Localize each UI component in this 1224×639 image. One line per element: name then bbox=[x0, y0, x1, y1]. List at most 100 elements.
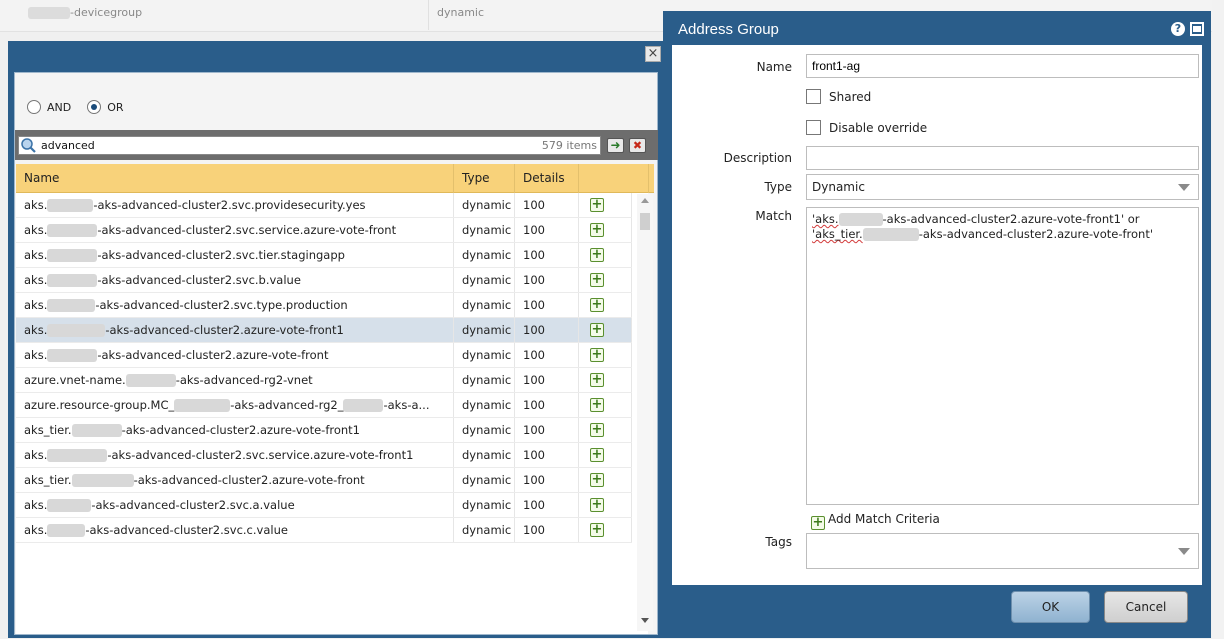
shared-checkbox[interactable] bbox=[806, 89, 821, 104]
row-details-cell: 100 bbox=[515, 393, 579, 417]
row-details-cell: 100 bbox=[515, 368, 579, 392]
filter-dialog: × AND OR advanced 579 items ➜ ✖ Name Typ… bbox=[8, 41, 665, 638]
search-input[interactable]: advanced 579 items bbox=[18, 136, 601, 155]
item-count: 579 items bbox=[541, 139, 597, 152]
chevron-down-icon[interactable] bbox=[1178, 184, 1190, 191]
row-type-cell: dynamic bbox=[454, 443, 515, 467]
search-toolbar: advanced 579 items ➜ ✖ bbox=[15, 130, 658, 160]
table-row[interactable]: aks. -aks-advanced-cluster2.svc.type.prod… bbox=[16, 293, 632, 318]
add-icon[interactable]: + bbox=[590, 348, 604, 362]
search-icon bbox=[21, 138, 36, 153]
add-icon[interactable]: + bbox=[590, 248, 604, 262]
add-icon[interactable]: + bbox=[590, 473, 604, 487]
table-row[interactable]: azure.vnet-name. -aks-advanced-rg2-vnet dy… bbox=[16, 368, 632, 393]
column-divider bbox=[428, 0, 429, 30]
row-name-cell: aks. -aks-advanced-cluster2.svc.type.prod… bbox=[16, 293, 454, 317]
row-type-cell: dynamic bbox=[454, 493, 515, 517]
column-header-type[interactable]: Type bbox=[454, 164, 515, 193]
tags-select[interactable] bbox=[806, 533, 1199, 569]
vertical-scrollbar[interactable] bbox=[637, 194, 653, 631]
row-type-cell: dynamic bbox=[454, 393, 515, 417]
and-label[interactable]: AND bbox=[47, 101, 71, 114]
grid-body: aks. -aks-advanced-cluster2.svc.providese… bbox=[16, 193, 632, 543]
dialog-title: Address Group bbox=[678, 21, 779, 38]
add-icon[interactable]: + bbox=[590, 198, 604, 212]
or-radio[interactable] bbox=[87, 100, 102, 114]
and-radio[interactable] bbox=[27, 100, 41, 114]
table-row[interactable]: aks. -aks-advanced-cluster2.svc.service.a… bbox=[16, 443, 632, 468]
add-icon[interactable]: + bbox=[590, 323, 604, 337]
add-icon[interactable]: + bbox=[590, 498, 604, 512]
add-icon[interactable]: + bbox=[590, 398, 604, 412]
maximize-icon[interactable] bbox=[1190, 22, 1204, 36]
add-match-criteria-button[interactable]: + Add Match Criteria bbox=[811, 512, 940, 530]
row-name-cell: aks. -aks-advanced-cluster2.svc.service.a… bbox=[16, 443, 454, 467]
row-details-cell: 100 bbox=[515, 293, 579, 317]
row-details-cell: 100 bbox=[515, 243, 579, 267]
table-row[interactable]: azure.resource-group.MC_ -aks-advanced-rg… bbox=[16, 393, 632, 418]
scroll-up-icon[interactable] bbox=[641, 198, 649, 203]
column-header-name[interactable]: Name bbox=[16, 164, 454, 193]
apply-filter-button[interactable]: ➜ bbox=[607, 138, 624, 153]
row-add-cell: + bbox=[579, 393, 632, 417]
disable-override-checkbox[interactable] bbox=[806, 120, 821, 135]
redacted-text bbox=[47, 324, 106, 337]
add-icon[interactable]: + bbox=[590, 223, 604, 237]
cancel-button[interactable]: Cancel bbox=[1104, 591, 1188, 623]
table-row[interactable]: aks. -aks-advanced-cluster2.azure-vote-fr… bbox=[16, 343, 632, 368]
row-type-cell: dynamic bbox=[454, 193, 515, 217]
row-type-cell: dynamic bbox=[454, 518, 515, 542]
row-type-cell: dynamic bbox=[454, 293, 515, 317]
row-type-cell: dynamic bbox=[454, 343, 515, 367]
add-icon[interactable]: + bbox=[590, 298, 604, 312]
table-row[interactable]: aks. -aks-advanced-cluster2.azure-vote-fr… bbox=[16, 318, 632, 343]
row-name-cell: aks_tier. -aks-advanced-cluster2.azure-vo… bbox=[16, 418, 454, 442]
redacted-text bbox=[47, 349, 98, 362]
add-icon[interactable]: + bbox=[590, 273, 604, 287]
row-type-cell: dynamic bbox=[454, 218, 515, 242]
add-icon[interactable]: + bbox=[590, 448, 604, 462]
table-row[interactable]: aks. -aks-advanced-cluster2.svc.b.value dy… bbox=[16, 268, 632, 293]
row-details-cell: 100 bbox=[515, 468, 579, 492]
add-icon[interactable]: + bbox=[590, 373, 604, 387]
row-name-cell: aks. -aks-advanced-cluster2.svc.tier.stag… bbox=[16, 243, 454, 267]
clear-filter-button[interactable]: ✖ bbox=[629, 138, 646, 153]
redacted-text bbox=[47, 199, 94, 212]
redacted-text bbox=[174, 399, 231, 412]
redacted-text bbox=[47, 274, 98, 287]
add-icon[interactable]: + bbox=[590, 423, 604, 437]
close-icon[interactable]: × bbox=[645, 46, 661, 62]
redacted-text bbox=[47, 249, 98, 262]
row-name-cell: aks. -aks-advanced-cluster2.svc.providese… bbox=[16, 193, 454, 217]
name-field[interactable] bbox=[806, 54, 1199, 78]
table-row[interactable]: aks. -aks-advanced-cluster2.svc.tier.stag… bbox=[16, 243, 632, 268]
redacted-text bbox=[838, 213, 883, 226]
match-textarea[interactable]: 'aks. -aks-advanced-cluster2.azure-vote-f… bbox=[806, 207, 1199, 505]
type-label: Type bbox=[764, 180, 792, 194]
row-add-cell: + bbox=[579, 268, 632, 292]
row-name-cell: azure.resource-group.MC_ -aks-advanced-rg… bbox=[16, 393, 454, 417]
description-field[interactable] bbox=[806, 146, 1199, 170]
table-row[interactable]: aks_tier. -aks-advanced-cluster2.azure-vo… bbox=[16, 468, 632, 493]
scroll-thumb[interactable] bbox=[640, 213, 650, 230]
row-name-cell: aks. -aks-advanced-cluster2.svc.a.value bbox=[16, 493, 454, 517]
row-type-cell: dynamic bbox=[454, 368, 515, 392]
row-name-cell: aks. -aks-advanced-cluster2.azure-vote-fr… bbox=[16, 318, 454, 342]
table-row[interactable]: aks. -aks-advanced-cluster2.svc.service.a… bbox=[16, 218, 632, 243]
ok-button[interactable]: OK bbox=[1011, 591, 1090, 623]
table-row[interactable]: aks. -aks-advanced-cluster2.svc.a.value dy… bbox=[16, 493, 632, 518]
table-row[interactable]: aks. -aks-advanced-cluster2.svc.c.value dy… bbox=[16, 518, 632, 543]
or-label[interactable]: OR bbox=[107, 101, 123, 114]
tag-grid: Name Type Details aks. -aks-advanced-clus… bbox=[16, 164, 654, 634]
disable-override-label: Disable override bbox=[829, 121, 928, 135]
type-select[interactable]: Dynamic bbox=[806, 174, 1199, 200]
help-icon[interactable]: ? bbox=[1171, 22, 1185, 36]
column-header-details[interactable]: Details bbox=[515, 164, 579, 193]
table-row[interactable]: aks. -aks-advanced-cluster2.svc.providese… bbox=[16, 193, 632, 218]
add-icon[interactable]: + bbox=[590, 523, 604, 537]
tags-label: Tags bbox=[765, 535, 792, 549]
scroll-down-icon[interactable] bbox=[641, 618, 649, 623]
chevron-down-icon[interactable] bbox=[1178, 548, 1190, 555]
table-row[interactable]: aks_tier. -aks-advanced-cluster2.azure-vo… bbox=[16, 418, 632, 443]
row-type-cell: dynamic bbox=[454, 243, 515, 267]
